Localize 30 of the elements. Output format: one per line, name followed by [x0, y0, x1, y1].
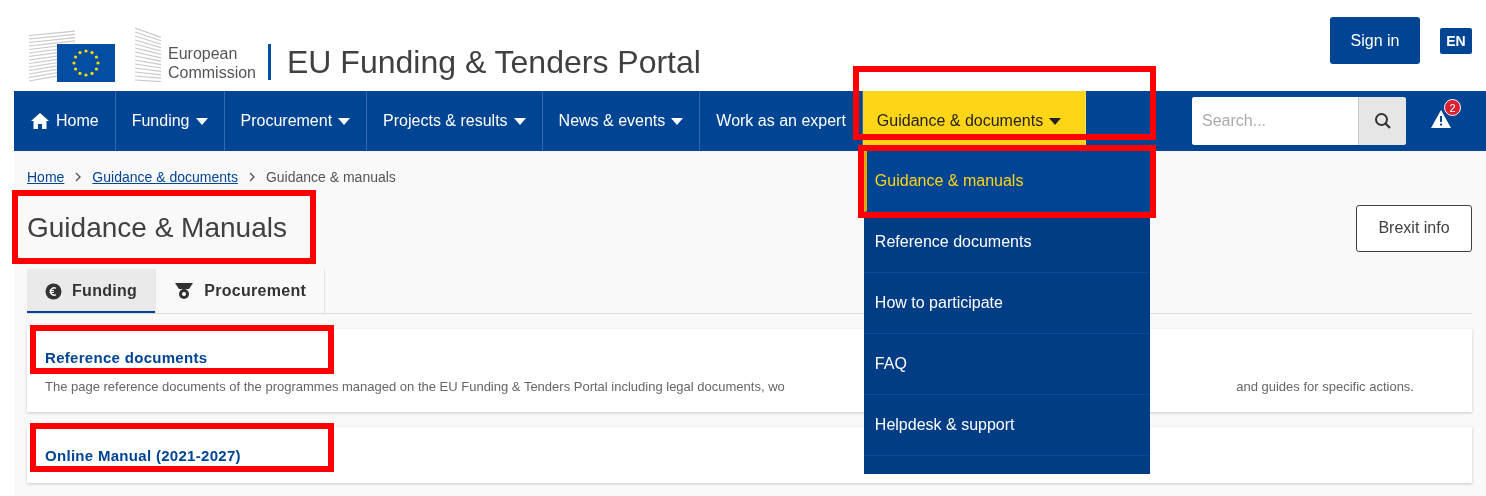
breadcrumb-link[interactable]: Guidance & documents — [92, 169, 238, 185]
card-description: and guides for specific actions. — [1236, 379, 1414, 394]
chevron-icon — [247, 172, 256, 182]
home-icon — [30, 112, 50, 130]
sign-in-button[interactable]: Sign in — [1330, 17, 1420, 64]
page-title: Guidance & Manuals — [27, 212, 287, 244]
caret-icon — [513, 117, 526, 125]
euro-coin-icon — [45, 282, 62, 300]
breadcrumb-link[interactable]: Home — [27, 169, 65, 185]
tab[interactable]: Funding — [27, 269, 157, 313]
site-title: EU Funding & Tenders Portal — [287, 42, 701, 82]
search-field[interactable]: Search... — [1192, 97, 1406, 145]
breadcrumb-current: Guidance & manuals — [265, 169, 396, 185]
search-icon — [1373, 112, 1392, 130]
logo-text: European Commission — [168, 43, 256, 82]
tab[interactable]: Procurement — [156, 269, 326, 313]
warning-icon[interactable] — [1430, 109, 1452, 129]
brexit-info-button[interactable]: Brexit info — [1356, 204, 1472, 252]
language-button[interactable]: EN — [1440, 27, 1472, 54]
caret-icon — [671, 117, 684, 125]
search-button[interactable] — [1358, 97, 1406, 145]
notification-badge: 2 — [1444, 99, 1461, 116]
caret-icon — [338, 117, 351, 125]
caret-icon — [1049, 117, 1062, 125]
medal-icon — [174, 282, 195, 300]
card-title-link[interactable]: Online Manual (2021-2027) — [45, 447, 241, 464]
card-description: The page reference documents of the programmes managed on the EU Funding & Tenders Portal including legal documents, wo — [45, 379, 785, 394]
chevron-icon — [74, 172, 83, 182]
card-title-link[interactable]: Reference documents — [45, 349, 208, 366]
caret-icon — [195, 117, 208, 125]
